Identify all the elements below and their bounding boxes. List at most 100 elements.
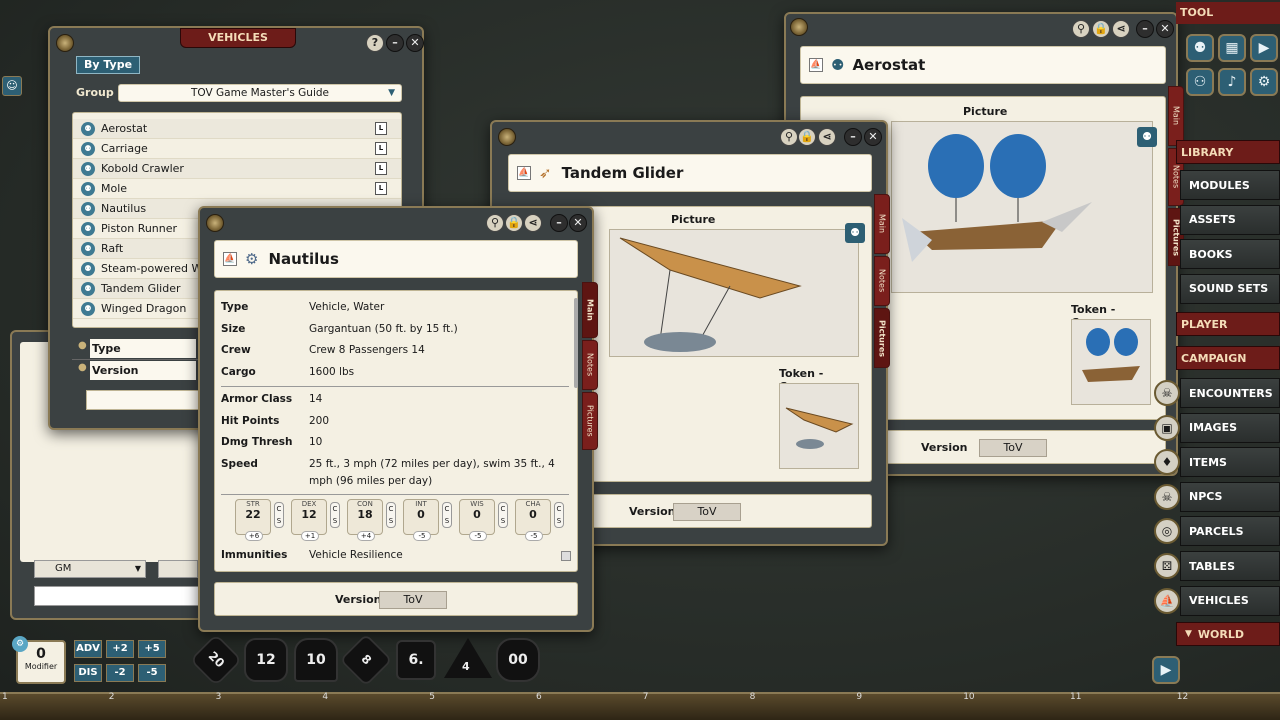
ability-cha[interactable]: CHA 0 -5 C S <box>515 498 564 541</box>
sidebar-item-assets[interactable]: ASSETS <box>1180 204 1280 235</box>
edit-lock-icon[interactable]: ⛵ <box>223 252 237 266</box>
sidebar-item-books[interactable]: BOOKS <box>1180 239 1280 270</box>
list-item[interactable]: ⚉ Mole L <box>73 179 401 199</box>
sidebar-item-encounters[interactable]: ENCOUNTERS <box>1180 378 1280 408</box>
sidebar-section-world[interactable]: ▼ WORLD <box>1176 622 1280 646</box>
tables-icon[interactable]: ⚄ <box>1154 553 1180 579</box>
items-icon[interactable]: ♦ <box>1154 449 1180 476</box>
link-button[interactable]: L <box>375 142 387 155</box>
record-name[interactable]: ⛵ ⚉ Aerostat <box>800 46 1166 84</box>
field-value[interactable]: 10 <box>309 432 322 454</box>
share-icon[interactable]: ⋖ <box>1112 20 1130 38</box>
ability-wis[interactable]: WIS 0 -5 C S <box>459 498 508 541</box>
advantage-button[interactable]: ADV <box>74 640 102 658</box>
record-name[interactable]: ⛵ ➶ Tandem Glider <box>508 154 872 192</box>
calendar-tool-icon[interactable]: ▦ <box>1218 34 1246 62</box>
save-toggle[interactable]: CS <box>442 501 452 528</box>
sidebar-item-npcs[interactable]: NPCS <box>1180 481 1280 512</box>
ability-dex[interactable]: DEX 12 +1 C S <box>291 498 340 541</box>
tab-notes[interactable]: Notes <box>582 340 598 390</box>
sidebar-item-sound-sets[interactable]: SOUND SETS <box>1180 273 1280 304</box>
minus-five-button[interactable]: -5 <box>138 664 166 682</box>
link-button[interactable]: L <box>375 122 387 135</box>
search-input[interactable] <box>86 390 206 410</box>
ability-con[interactable]: CON 18 +4 C S <box>347 498 396 541</box>
hotbar-slot[interactable]: 10 <box>963 692 974 702</box>
field-value[interactable]: 200 <box>309 411 329 433</box>
sidebar-item-parcels[interactable]: PARCELS <box>1180 516 1280 547</box>
hotbar-slot[interactable]: 6 <box>536 692 542 702</box>
filter-input[interactable]: Type <box>90 339 196 358</box>
tab-pictures[interactable]: Pictures <box>582 392 598 450</box>
field-value[interactable]: Vehicle, Water <box>309 297 384 319</box>
hotbar-slot[interactable]: 2 <box>109 692 115 702</box>
tab-main[interactable]: Main <box>1168 86 1184 146</box>
pictures-options-icon[interactable]: ⚉ <box>845 223 865 243</box>
play-tool-icon[interactable]: ▶ <box>1250 34 1278 62</box>
images-icon[interactable]: ▣ <box>1154 414 1180 441</box>
filter-by-type-button[interactable]: By Type <box>76 56 140 74</box>
user-icon[interactable]: ☺ <box>2 76 22 96</box>
checkbox[interactable] <box>561 550 571 561</box>
chat-identity-select[interactable]: GM ▼ <box>34 560 146 578</box>
d10-die[interactable]: 10 <box>294 638 338 682</box>
hotbar-slot[interactable]: 12 <box>1177 692 1188 702</box>
plus-five-button[interactable]: +5 <box>138 640 166 658</box>
list-item[interactable]: ⚉ Aerostat L <box>73 119 401 139</box>
search-icon[interactable]: ⚲ <box>1072 20 1090 38</box>
edit-lock-icon[interactable]: ⛵ <box>517 166 531 180</box>
field-value[interactable]: Gargantuan (50 ft. by 15 ft.) <box>309 319 458 341</box>
sidebar-section-player[interactable]: PLAYER <box>1176 312 1280 336</box>
glider-picture[interactable] <box>609 229 859 357</box>
next-page-icon[interactable]: ▶ <box>1152 656 1180 684</box>
sidebar-section-library[interactable]: LIBRARY <box>1176 140 1280 164</box>
field-value[interactable]: 14 <box>309 389 322 411</box>
close-button[interactable]: ✕ <box>406 34 424 52</box>
lock-icon[interactable]: 🔒 <box>798 128 816 146</box>
minimize-button[interactable]: – <box>844 128 862 146</box>
scrollbar[interactable] <box>574 298 578 388</box>
hotbar-slot[interactable]: 8 <box>750 692 756 702</box>
link-button[interactable]: L <box>375 162 387 175</box>
version-value[interactable]: ToV <box>379 591 447 609</box>
share-icon[interactable]: ⋖ <box>818 128 836 146</box>
minimize-button[interactable]: – <box>386 34 404 52</box>
hotbar-slot[interactable]: 3 <box>216 692 222 702</box>
link-button[interactable]: L <box>375 182 387 195</box>
share-icon[interactable]: ⋖ <box>524 214 542 232</box>
minimize-button[interactable]: – <box>550 214 568 232</box>
version-value[interactable]: ToV <box>673 503 741 521</box>
token-picture[interactable] <box>779 383 859 469</box>
vehicles-icon[interactable]: ⛵ <box>1154 587 1180 614</box>
ability-str[interactable]: STR 22 +6 C S <box>235 498 284 541</box>
sidebar-item-images[interactable]: IMAGES <box>1180 412 1280 443</box>
hotbar-slot[interactable]: 1 <box>2 692 8 702</box>
tab-notes[interactable]: Notes <box>874 256 890 306</box>
hotbar-slot[interactable]: 4 <box>322 692 328 702</box>
chat-mode-select[interactable] <box>158 560 198 578</box>
save-toggle[interactable]: CS <box>498 501 508 528</box>
music-tool-icon[interactable]: ♪ <box>1218 68 1246 96</box>
sidebar-item-vehicles[interactable]: VEHICLES <box>1180 585 1280 616</box>
plus-two-button[interactable]: +2 <box>106 640 134 658</box>
hotbar-slot[interactable]: 7 <box>643 692 649 702</box>
settings-small-icon[interactable]: ⚙ <box>12 636 28 652</box>
lock-icon[interactable]: 🔒 <box>1092 20 1110 38</box>
settings-gear-icon[interactable]: ⚙ <box>1250 68 1278 96</box>
edit-lock-icon[interactable]: ⛵ <box>809 58 823 72</box>
minimize-button[interactable]: – <box>1136 20 1154 38</box>
help-button[interactable]: ? <box>366 34 384 52</box>
close-button[interactable]: ✕ <box>569 214 587 232</box>
disadvantage-button[interactable]: DIS <box>74 664 102 682</box>
tab-main[interactable]: Main <box>582 282 598 338</box>
group-select[interactable]: TOV Game Master's Guide ▼ <box>118 84 402 102</box>
sidebar-section-campaign[interactable]: CAMPAIGN <box>1176 346 1280 370</box>
list-item[interactable]: ⚉ Kobold Crawler L <box>73 159 401 179</box>
lock-icon[interactable]: 🔒 <box>505 214 523 232</box>
chat-input[interactable] <box>34 586 204 606</box>
sidebar-item-modules[interactable]: MODULES <box>1180 170 1280 200</box>
close-button[interactable]: ✕ <box>1156 20 1174 38</box>
party-tool-icon[interactable]: ⚉ <box>1186 34 1214 62</box>
minus-two-button[interactable]: -2 <box>106 664 134 682</box>
ability-int[interactable]: INT 0 -5 C S <box>403 498 452 541</box>
